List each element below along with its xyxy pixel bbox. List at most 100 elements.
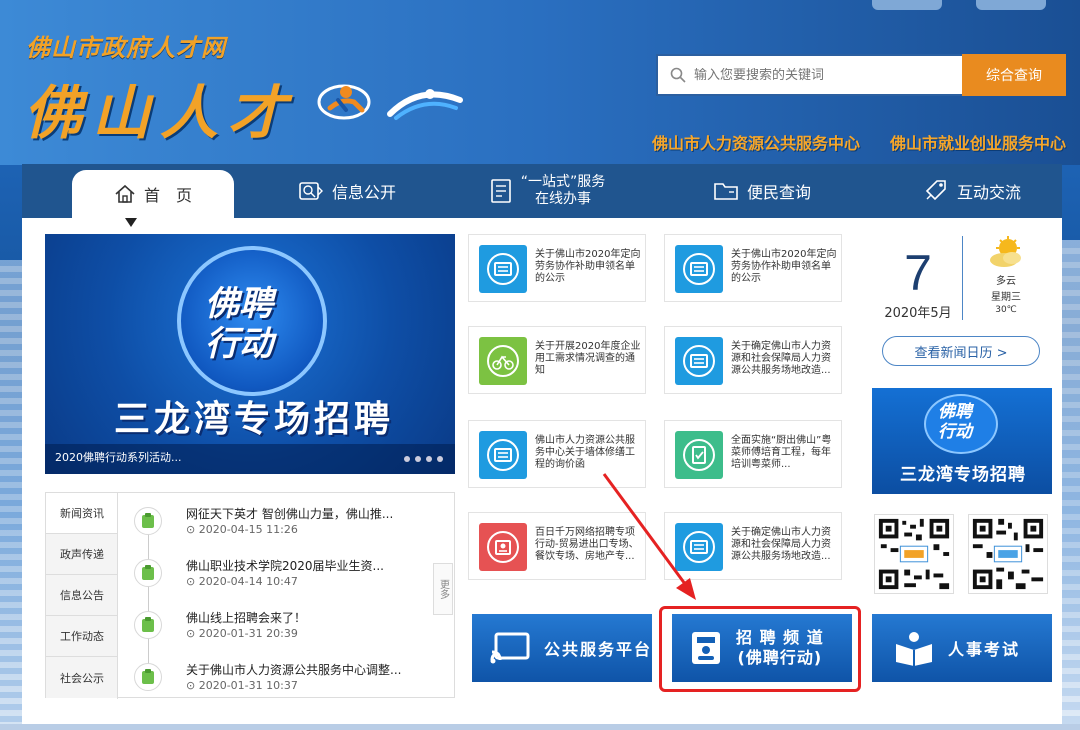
nav-query[interactable]: 便民查询 (692, 164, 832, 218)
site-title: 佛山人才 (24, 79, 297, 147)
bike-icon (479, 337, 527, 385)
calendar-divider (962, 236, 963, 320)
weekday: 星期三 (991, 292, 1021, 303)
document-icon (490, 179, 511, 203)
clipboard-icon (142, 617, 154, 632)
card-icon-box (671, 519, 727, 575)
list-item[interactable]: 佛山职业技术学院2020届毕业生资... ⊙ 2020-04-14 10:47 (134, 557, 434, 601)
id-card-icon (675, 523, 723, 571)
top-link-1[interactable] (872, 0, 942, 10)
news-date: ⊙ 2020-04-15 11:26 (186, 523, 298, 536)
calendar-day: 7 (904, 245, 932, 301)
card-icon-box (475, 519, 531, 575)
highlight-frame (659, 606, 861, 692)
temperature: 30℃ (995, 305, 1017, 315)
card-text: 关于佛山市2020年定向劳务协作补助申领名单的公示 (731, 249, 837, 284)
notice-card[interactable]: 全面实施“厨出佛山”粤菜师傅培育工程，每年培训粤菜师... (664, 420, 842, 488)
news-title: 网征天下英才 智创佛山力量，佛山推... (186, 507, 394, 521)
nav-home[interactable]: 首 页 (72, 170, 234, 218)
public-service-platform-label: 公共服务平台 (544, 640, 653, 659)
notice-card[interactable]: 佛山市人力资源公共服务中心关于墙体修缮工程的询价函 (468, 420, 646, 488)
tab-work-updates[interactable]: 工作动态 (46, 616, 117, 657)
id-card-icon (479, 245, 527, 293)
main-banner[interactable]: 佛聘 行动 三龙湾专场招聘 2020佛聘行动系列活动... (45, 234, 455, 474)
search-button[interactable]: 综合查询 (962, 54, 1066, 96)
top-link-2[interactable] (976, 0, 1046, 10)
id-card-icon (675, 245, 723, 293)
news-title: 佛山职业技术学院2020届毕业生资... (186, 559, 384, 573)
side-banner-line2: 行动 (938, 422, 972, 442)
cloudy-weather-icon (990, 236, 1021, 267)
notice-card[interactable]: 关于佛山市2020年定向劳务协作补助申领名单的公示 (664, 234, 842, 302)
info-icon (299, 182, 323, 200)
card-icon-box (475, 333, 531, 389)
banner-carousel-dots (404, 456, 443, 462)
tab-news[interactable]: 新闻资讯 (46, 493, 117, 534)
notice-card[interactable]: 关于确定佛山市人力资源和社会保障局人力资源公共服务场地改造... (664, 512, 842, 580)
personnel-exam-label: 人事考试 (948, 640, 1021, 659)
list-item[interactable]: 关于佛山市人力资源公共服务中心调整... ⊙ 2020-01-31 10:37 (134, 661, 434, 705)
news-title: 关于佛山市人力资源公共服务中心调整... (186, 663, 402, 677)
tab-announcements[interactable]: 信息公告 (46, 575, 117, 616)
search-box (656, 54, 976, 96)
org-link-hr-center[interactable]: 佛山市人力资源公共服务中心 (652, 130, 860, 154)
notice-card[interactable]: 关于确定佛山市人力资源和社会保障局人力资源公共服务场地改造... (664, 326, 842, 394)
nav-active-indicator (125, 218, 137, 227)
carousel-dot[interactable] (426, 456, 432, 462)
banner-caption[interactable]: 2020佛聘行动系列活动... (55, 449, 181, 465)
card-text: 全面实施“厨出佛山”粤菜师傅培育工程，每年培训粤菜师... (731, 435, 832, 470)
news-date: ⊙ 2020-01-31 20:39 (186, 627, 298, 640)
site-subtitle: 佛山市政府人才网 (26, 33, 226, 62)
side-banner-emblem-text: 佛聘 行动 (938, 402, 972, 442)
banner-emblem-line1: 佛聘 (205, 284, 273, 324)
nav-home-label: 首 页 (143, 186, 192, 205)
weather-condition: 多云 (996, 276, 1016, 287)
tab-policy[interactable]: 政声传递 (46, 534, 117, 575)
news-date: ⊙ 2020-04-14 10:47 (186, 575, 298, 588)
notice-card[interactable]: 关于开展2020年度企业用工需求情况调查的通知 (468, 326, 646, 394)
clipboard-icon (142, 669, 154, 684)
card-text: 关于确定佛山市人力资源和社会保障局人力资源公共服务场地改造... (731, 341, 831, 376)
nav-interaction[interactable]: 互动交流 (902, 164, 1042, 218)
personnel-exam-button[interactable]: 人事考试 (872, 614, 1052, 682)
qr-code-icon (968, 514, 1048, 594)
news-item-icon (134, 559, 162, 587)
card-icon-box (671, 427, 727, 483)
calendar-year-month: 2020年5月 (884, 306, 952, 321)
card-icon-box (475, 241, 531, 297)
news-calendar-button[interactable]: 查看新闻日历 > (882, 336, 1040, 366)
news-more-button[interactable]: 更多 (433, 563, 453, 615)
carousel-dot[interactable] (437, 456, 443, 462)
qr-code-icon (874, 514, 954, 594)
page-bottom-bar (0, 724, 1080, 730)
nav-online-service-label-2: 在线办事 (534, 191, 591, 207)
clipboard-icon (142, 565, 154, 580)
nav-query-label: 便民查询 (746, 183, 811, 202)
card-text: 百日千万网络招聘专项行动-贸易进出口专场、餐饮专场、房地产专... (535, 527, 639, 562)
search-input[interactable] (694, 67, 974, 83)
side-banner[interactable]: 佛聘 行动 三龙湾专场招聘 (872, 388, 1052, 494)
list-item[interactable]: 佛山线上招聘会来了！ ⊙ 2020-01-31 20:39 (134, 609, 434, 653)
card-icon-box (671, 241, 727, 297)
org-link-employment-center[interactable]: 佛山市就业创业服务中心 (890, 130, 1066, 154)
carousel-dot[interactable] (415, 456, 421, 462)
carousel-dot[interactable] (404, 456, 410, 462)
card-icon-box (475, 427, 531, 483)
nav-info[interactable]: 信息公开 (272, 164, 422, 218)
news-panel: 新闻资讯 政声传递 信息公告 工作动态 社会公示 网征天下英才 智创佛山力量，佛… (45, 492, 455, 699)
news-date: ⊙ 2020-01-31 10:37 (186, 679, 298, 692)
public-service-platform-button[interactable]: 公共服务平台 (472, 614, 652, 682)
nav-online-service-label-1: “一站式”服务 (520, 174, 606, 190)
tag-icon (925, 180, 946, 201)
list-item[interactable]: 网征天下英才 智创佛山力量，佛山推... ⊙ 2020-04-15 11:26 (134, 505, 434, 549)
notice-card[interactable]: 百日千万网络招聘专项行动-贸易进出口专场、餐饮专场、房地产专... (468, 512, 646, 580)
nav-info-label: 信息公开 (331, 183, 396, 202)
notice-card[interactable]: 关于佛山市2020年定向劳务协作补助申领名单的公示 (468, 234, 646, 302)
nav-online-service[interactable]: “一站式”服务 在线办事 (472, 164, 622, 218)
side-banner-line1: 佛聘 (938, 402, 972, 422)
arc-logo-icon (387, 89, 463, 120)
card-text: 关于开展2020年度企业用工需求情况调查的通知 (535, 341, 641, 376)
tab-public-notices[interactable]: 社会公示 (46, 657, 117, 698)
id-card-icon (479, 431, 527, 479)
nav-interaction-label: 互动交流 (956, 183, 1021, 202)
